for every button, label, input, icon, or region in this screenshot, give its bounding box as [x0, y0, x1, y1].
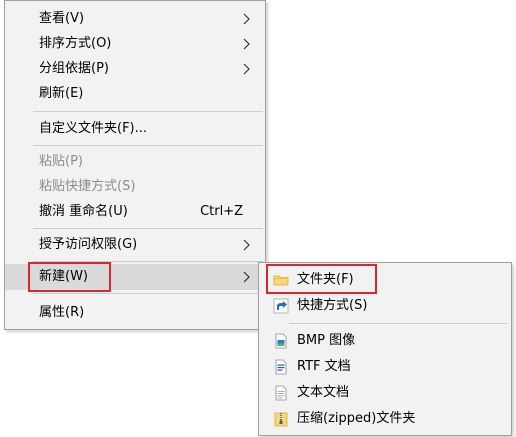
menu-item-give-access[interactable]: 授予访问权限(G): [5, 232, 265, 258]
chevron-right-icon: [243, 239, 250, 251]
chevron-right-icon: [243, 38, 250, 50]
submenu-separator: [289, 323, 507, 324]
chevron-right-icon: [243, 13, 250, 25]
submenu-item-shortcut[interactable]: 快捷方式(S): [259, 293, 511, 319]
new-submenu: 文件夹(F) 快捷方式(S) BMP 图像 RTF 文档 文本文档 压缩(zip…: [258, 262, 512, 436]
menu-item-refresh[interactable]: 刷新(E): [5, 81, 265, 107]
menu-item-sort-by[interactable]: 排序方式(O): [5, 31, 265, 57]
menu-separator: [33, 111, 263, 112]
chevron-right-icon: [243, 271, 250, 283]
menu-item-group-by[interactable]: 分组依据(P): [5, 56, 265, 82]
menu-separator: [33, 145, 263, 146]
zip-folder-icon: [274, 412, 288, 427]
submenu-item-folder[interactable]: 文件夹(F): [259, 267, 511, 293]
shortcut-icon: [273, 298, 289, 314]
chevron-right-icon: [243, 63, 250, 75]
submenu-item-bmp-image[interactable]: BMP 图像: [259, 328, 511, 354]
submenu-item-zip-folder[interactable]: 压缩(zipped)文件夹: [259, 406, 511, 432]
shortcut-label: Ctrl+Z: [200, 204, 243, 219]
text-document-icon: [275, 385, 287, 401]
bmp-image-icon: [275, 333, 287, 349]
menu-item-customize-folder[interactable]: 自定义文件夹(F)...: [5, 116, 265, 142]
menu-separator: [33, 228, 263, 229]
submenu-item-text-document[interactable]: 文本文档: [259, 380, 511, 406]
menu-separator: [33, 293, 263, 294]
menu-item-paste-shortcut: 粘贴快捷方式(S): [39, 179, 136, 194]
menu-item-view[interactable]: 查看(V): [5, 6, 265, 32]
menu-item-paste: 粘贴(P): [39, 154, 83, 169]
menu-item-undo-rename[interactable]: 撤消 重命名(U) Ctrl+Z: [5, 199, 265, 225]
rtf-document-icon: [275, 359, 287, 375]
submenu-item-rtf-document[interactable]: RTF 文档: [259, 354, 511, 380]
menu-separator: [33, 261, 263, 262]
menu-item-properties[interactable]: 属性(R): [5, 300, 265, 326]
folder-icon: [273, 275, 289, 286]
menu-item-new[interactable]: 新建(W): [5, 264, 265, 290]
context-menu: 查看(V) 排序方式(O) 分组依据(P) 刷新(E) 自定义文件夹(F)...…: [4, 0, 266, 330]
